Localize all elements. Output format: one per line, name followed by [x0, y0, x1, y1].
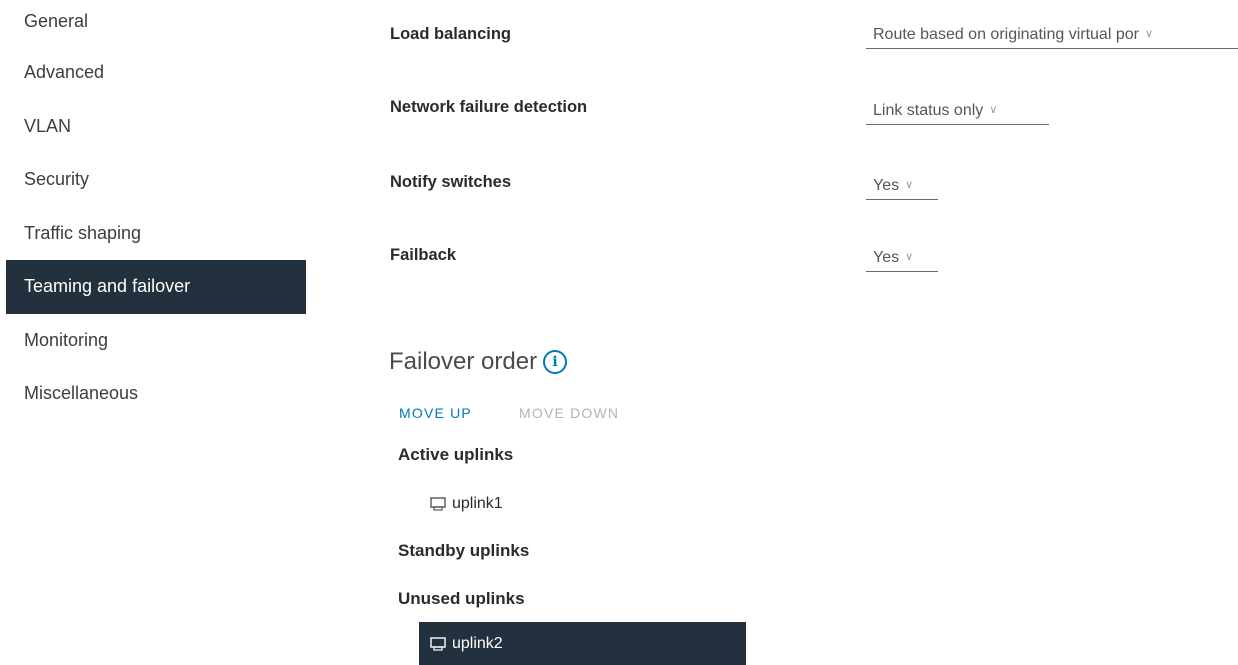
failover-order-title: Failover order i: [389, 348, 568, 376]
uplink-row-uplink2[interactable]: uplink2: [419, 622, 746, 665]
move-up-button[interactable]: MOVE UP: [399, 405, 472, 421]
load-balancing-value: Route based on originating virtual por: [873, 26, 1139, 43]
sidebar-item-teaming-and-failover[interactable]: Teaming and failover: [6, 260, 306, 314]
failback-label: Failback: [390, 246, 457, 264]
uplink-row-uplink1[interactable]: uplink1: [419, 482, 746, 525]
chevron-down-icon: ∨: [1144, 28, 1154, 40]
sidebar-item-advanced[interactable]: Advanced: [6, 46, 306, 100]
notify-switches-select[interactable]: Yes ∨: [866, 172, 938, 200]
network-failure-detection-select[interactable]: Link status only ∨: [866, 97, 1049, 125]
notify-switches-label: Notify switches: [390, 173, 512, 191]
failback-select[interactable]: Yes ∨: [866, 244, 938, 272]
uplink-icon: [430, 497, 446, 511]
network-failure-detection-label: Network failure detection: [390, 98, 588, 116]
failover-order-title-text: Failover order: [389, 348, 538, 375]
network-failure-detection-value: Link status only: [873, 102, 984, 119]
sidebar-item-vlan[interactable]: VLAN: [6, 100, 306, 154]
sidebar-item-security[interactable]: Security: [6, 153, 306, 207]
sidebar-item-miscellaneous[interactable]: Miscellaneous: [6, 367, 306, 421]
sidebar-item-monitoring[interactable]: Monitoring: [6, 314, 306, 368]
standby-uplinks-label: Standby uplinks: [398, 541, 530, 560]
load-balancing-select[interactable]: Route based on originating virtual por ∨: [866, 21, 1238, 49]
move-down-button[interactable]: MOVE DOWN: [519, 405, 619, 421]
notify-switches-value: Yes: [873, 177, 900, 194]
active-uplinks-label: Active uplinks: [398, 445, 514, 464]
uplink-icon: [430, 637, 446, 651]
teaming-failover-settings: General Advanced VLAN Security Traffic s…: [0, 0, 1238, 665]
load-balancing-label: Load balancing: [390, 25, 512, 43]
uplink-name: uplink1: [452, 495, 503, 512]
uplink-name: uplink2: [452, 635, 503, 652]
chevron-down-icon: ∨: [905, 179, 914, 191]
chevron-down-icon: ∨: [905, 251, 914, 263]
chevron-down-icon: ∨: [989, 104, 998, 116]
sidebar-item-general[interactable]: General: [6, 0, 306, 46]
info-icon[interactable]: i: [543, 350, 568, 374]
sidebar-item-traffic-shaping[interactable]: Traffic shaping: [6, 207, 306, 261]
settings-sidebar: General Advanced VLAN Security Traffic s…: [6, 0, 306, 421]
failback-value: Yes: [873, 249, 900, 266]
unused-uplinks-label: Unused uplinks: [398, 589, 525, 608]
